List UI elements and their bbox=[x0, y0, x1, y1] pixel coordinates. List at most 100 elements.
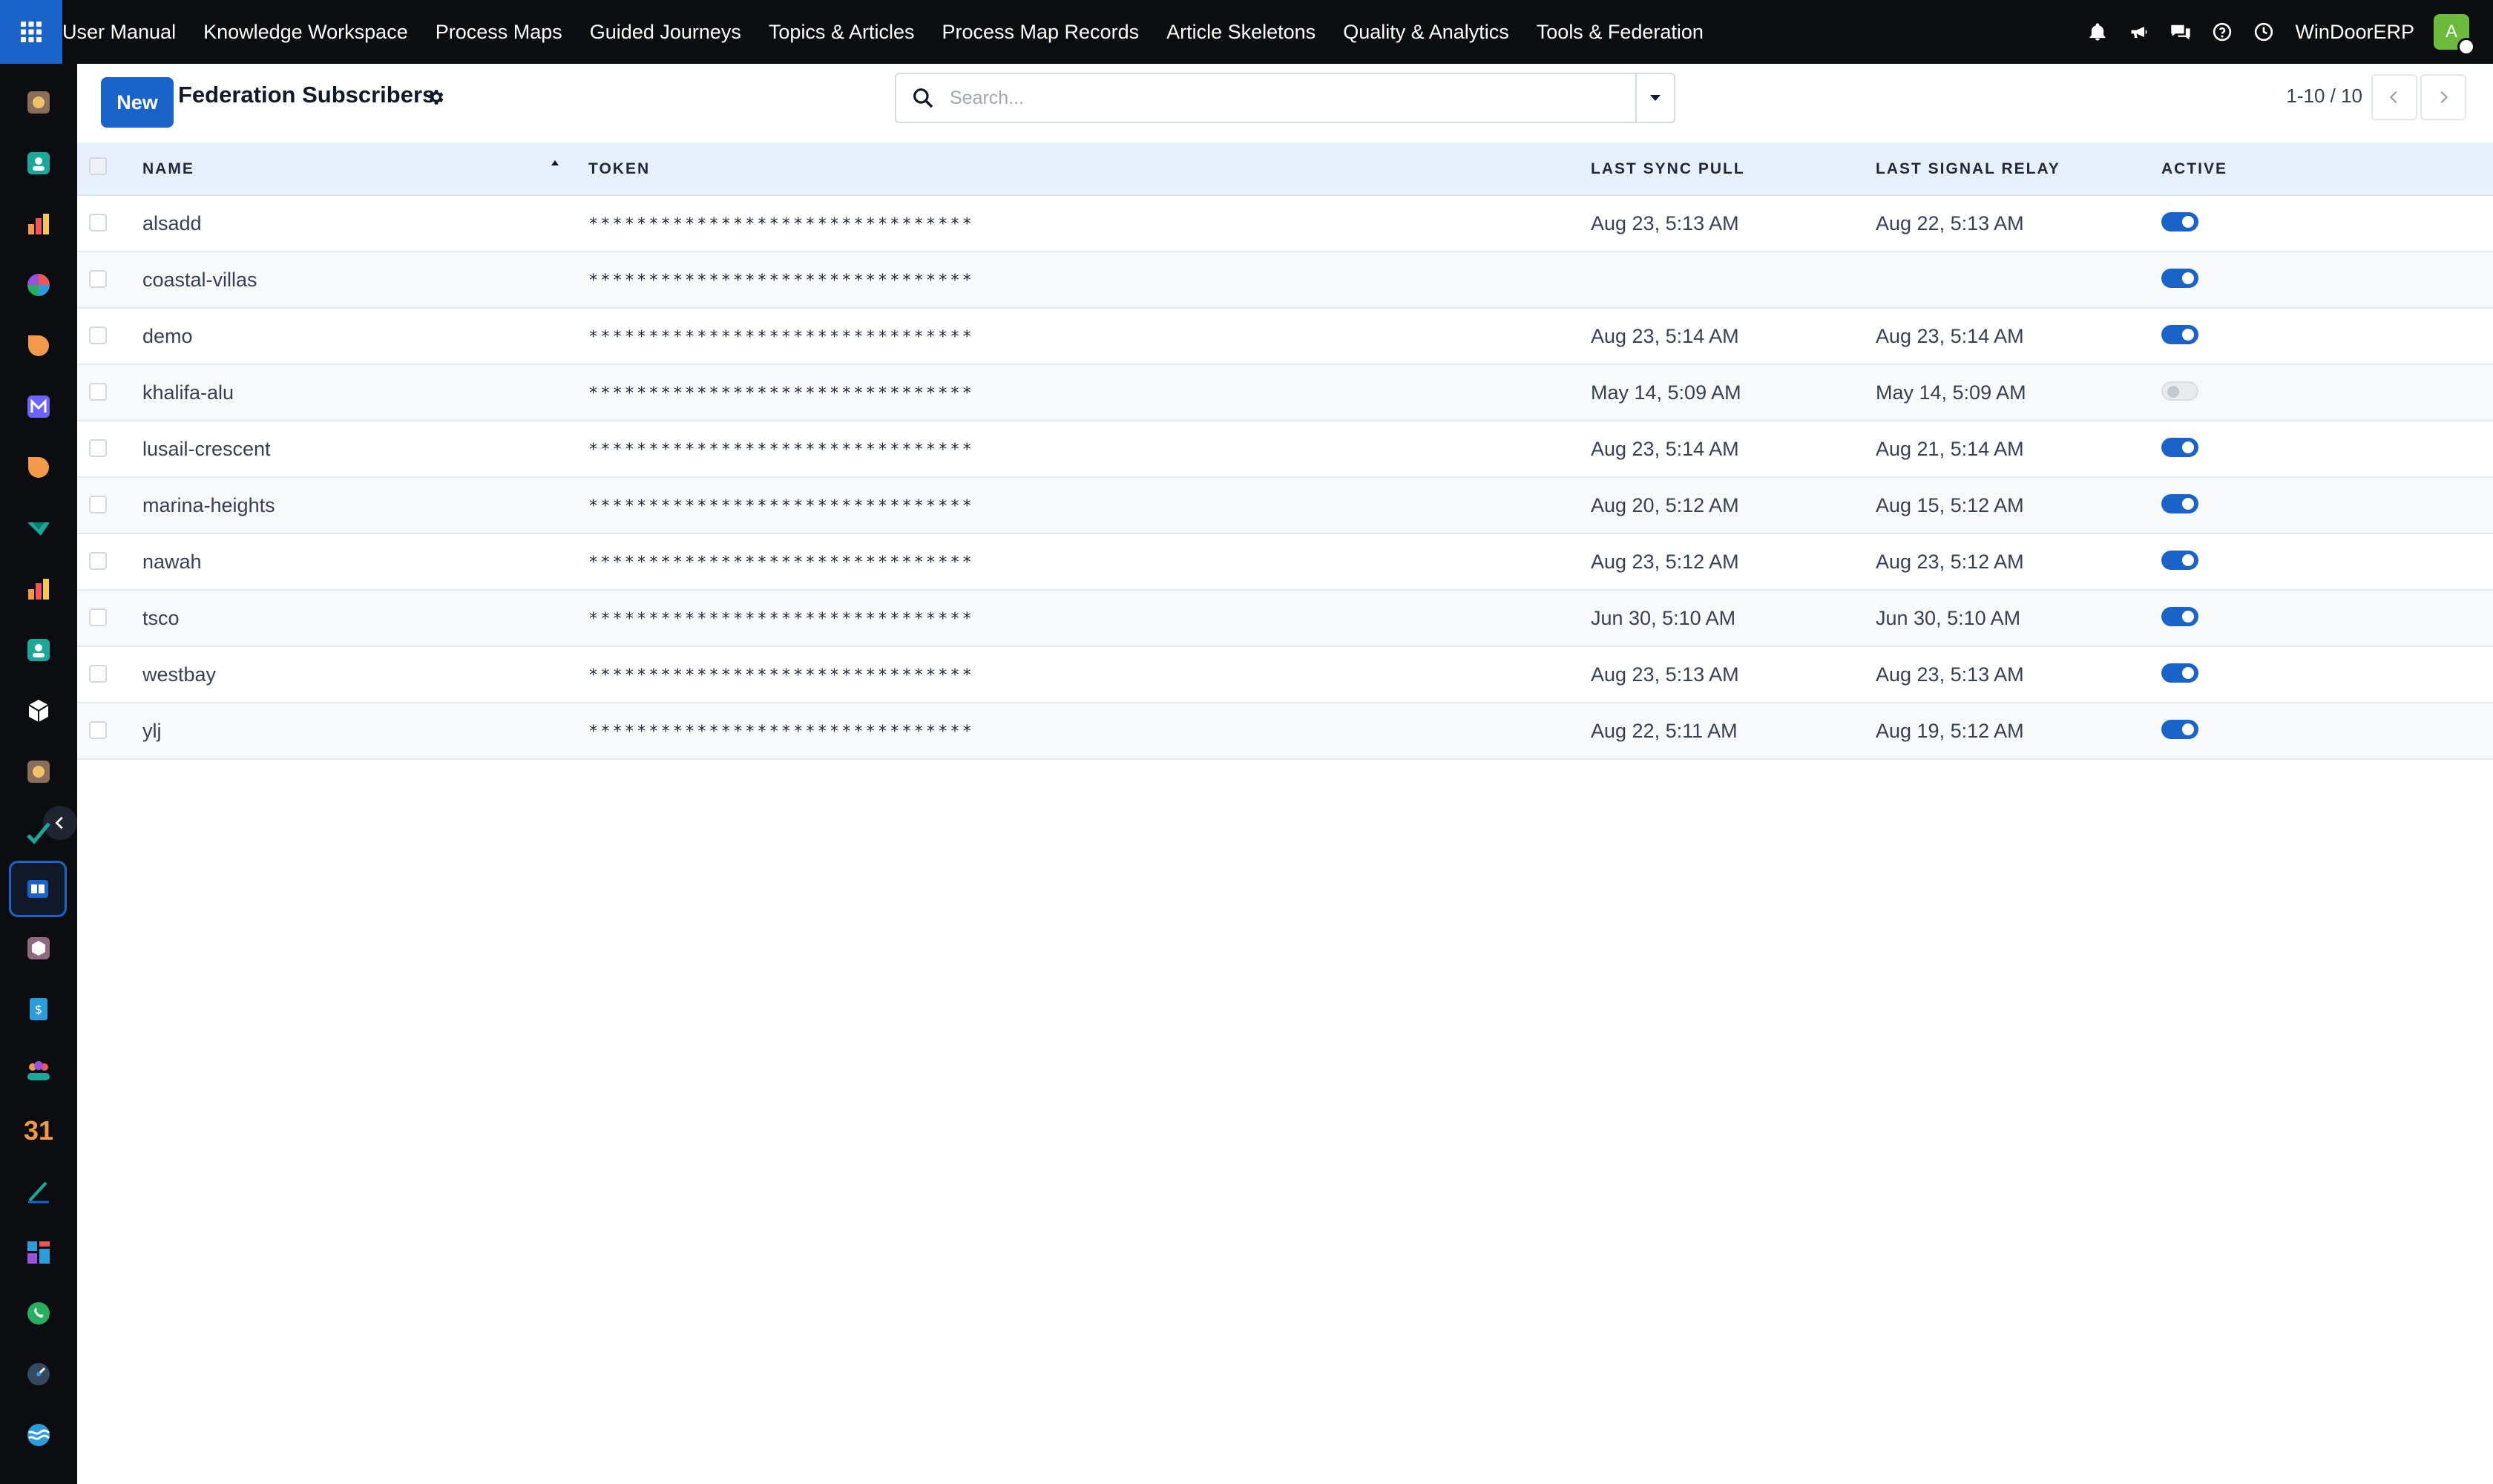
activity-icon[interactable] bbox=[2243, 0, 2285, 64]
column-header-last-signal-relay[interactable]: LAST SIGNAL RELAY bbox=[1876, 160, 2060, 178]
cube-icon bbox=[28, 700, 49, 722]
column-header-name[interactable]: NAME bbox=[142, 160, 194, 178]
table-row[interactable]: marina-heights **************************… bbox=[77, 478, 2493, 534]
row-checkbox[interactable] bbox=[89, 721, 107, 739]
cell-token: ******************************** bbox=[588, 666, 974, 685]
sidebar-app-13[interactable] bbox=[19, 813, 58, 852]
table-row[interactable]: alsadd ******************************** Au… bbox=[77, 196, 2493, 252]
row-checkbox[interactable] bbox=[89, 439, 107, 457]
active-toggle[interactable] bbox=[2161, 607, 2198, 626]
active-toggle[interactable] bbox=[2161, 720, 2198, 739]
sidebar-app-1[interactable] bbox=[19, 83, 58, 122]
sidebar-app-17[interactable] bbox=[19, 1051, 58, 1089]
sidebar-app-11[interactable] bbox=[19, 692, 58, 730]
chevron-right-icon bbox=[2440, 91, 2448, 104]
row-checkbox[interactable] bbox=[89, 608, 107, 626]
menu-item-topics-articles[interactable]: Topics & Articles bbox=[769, 21, 915, 44]
user-avatar[interactable]: A bbox=[2434, 14, 2475, 56]
cell-name: tsco bbox=[142, 607, 180, 629]
menu-item-guided-journeys[interactable]: Guided Journeys bbox=[590, 21, 741, 44]
delivery-icon bbox=[27, 522, 50, 536]
menu-item-process-maps[interactable]: Process Maps bbox=[436, 21, 562, 44]
help-icon[interactable] bbox=[2201, 0, 2243, 64]
table-row[interactable]: khalifa-alu *****************************… bbox=[77, 365, 2493, 421]
active-toggle[interactable] bbox=[2161, 551, 2198, 570]
sidebar-app-7[interactable] bbox=[19, 448, 58, 487]
table-row[interactable]: tsco ******************************** Jun … bbox=[77, 591, 2493, 647]
cell-token: ******************************** bbox=[588, 272, 974, 290]
active-toggle[interactable] bbox=[2161, 438, 2198, 457]
sidebar-app-20[interactable] bbox=[19, 1233, 58, 1272]
pager-next-button[interactable] bbox=[2420, 74, 2466, 120]
row-checkbox[interactable] bbox=[89, 665, 107, 683]
sidebar-app-knowledge[interactable] bbox=[9, 861, 67, 917]
cell-name: lusail-crescent bbox=[142, 438, 271, 460]
row-checkbox[interactable] bbox=[89, 270, 107, 288]
toggle-knob bbox=[2182, 611, 2194, 623]
apps-grid-button[interactable] bbox=[0, 0, 62, 64]
new-button[interactable]: New bbox=[101, 77, 174, 128]
sidebar-app-23[interactable] bbox=[19, 1416, 58, 1454]
sidebar-app-10[interactable] bbox=[19, 631, 58, 669]
sidebar-app-calendar[interactable]: 31 bbox=[19, 1112, 58, 1150]
sidebar-app-12[interactable] bbox=[19, 752, 58, 791]
sidebar-app-22[interactable] bbox=[19, 1355, 58, 1393]
bell-icon[interactable] bbox=[2077, 0, 2118, 64]
cell-name: nawah bbox=[142, 551, 202, 573]
sidebar-app-3[interactable] bbox=[19, 205, 58, 243]
search-options-toggle[interactable] bbox=[1635, 74, 1674, 122]
sidebar-app-9[interactable] bbox=[19, 570, 58, 608]
sort-ascending-icon[interactable] bbox=[551, 157, 559, 171]
search-input[interactable] bbox=[950, 80, 1588, 116]
company-name[interactable]: WinDoorERP bbox=[2295, 21, 2414, 44]
app-12-icon bbox=[27, 761, 50, 783]
gear-icon[interactable] bbox=[426, 88, 445, 111]
chat-icon[interactable] bbox=[2160, 0, 2201, 64]
table-row[interactable]: lusail-crescent *************************… bbox=[77, 421, 2493, 478]
column-header-active[interactable]: ACTIVE bbox=[2161, 160, 2227, 178]
row-checkbox[interactable] bbox=[89, 214, 107, 232]
menu-item-user-manual[interactable]: User Manual bbox=[62, 21, 176, 44]
select-all-checkbox[interactable] bbox=[89, 157, 107, 175]
sidebar-app-16[interactable]: $ bbox=[19, 990, 58, 1028]
megaphone-icon[interactable] bbox=[2118, 0, 2160, 64]
table-row[interactable]: westbay ******************************** A… bbox=[77, 647, 2493, 703]
sidebar-app-19[interactable] bbox=[19, 1172, 58, 1211]
sidebar-app-5[interactable] bbox=[19, 326, 58, 365]
row-checkbox[interactable] bbox=[89, 326, 107, 344]
column-header-token[interactable]: TOKEN bbox=[588, 160, 650, 178]
sidebar-app-whatsapp[interactable] bbox=[19, 1294, 58, 1333]
table-row[interactable]: ylj ******************************** Aug 2… bbox=[77, 703, 2493, 760]
pager-previous-button[interactable] bbox=[2371, 74, 2417, 120]
sidebar-app-8[interactable] bbox=[19, 509, 58, 548]
chevron-left-icon bbox=[2389, 91, 2397, 104]
table-row[interactable]: demo ******************************** Aug … bbox=[77, 309, 2493, 365]
sidebar-app-6[interactable] bbox=[19, 387, 58, 426]
active-toggle[interactable] bbox=[2161, 381, 2198, 401]
menu-item-knowledge-workspace[interactable]: Knowledge Workspace bbox=[203, 21, 408, 44]
cell-name: khalifa-alu bbox=[142, 381, 234, 404]
table-row[interactable]: nawah ******************************** Aug… bbox=[77, 534, 2493, 591]
row-checkbox[interactable] bbox=[89, 383, 107, 401]
active-toggle[interactable] bbox=[2161, 269, 2198, 288]
row-checkbox[interactable] bbox=[89, 552, 107, 570]
caret-down-icon bbox=[1650, 95, 1661, 101]
table-row[interactable]: coastal-villas **************************… bbox=[77, 252, 2493, 309]
menu-item-process-map-records[interactable]: Process Map Records bbox=[942, 21, 1139, 44]
sidebar-app-2[interactable] bbox=[19, 144, 58, 183]
menu-item-article-skeletons[interactable]: Article Skeletons bbox=[1166, 21, 1316, 44]
cell-token: ******************************** bbox=[588, 384, 974, 403]
sidebar-app-4[interactable] bbox=[19, 266, 58, 304]
pager-value[interactable]: 1-10 / 10 bbox=[2286, 85, 2362, 108]
row-checkbox[interactable] bbox=[89, 496, 107, 513]
page-title[interactable]: Federation Subscribers bbox=[178, 82, 435, 108]
menu-item-tools-federation[interactable]: Tools & Federation bbox=[1537, 21, 1704, 44]
active-toggle[interactable] bbox=[2161, 663, 2198, 683]
active-toggle[interactable] bbox=[2161, 212, 2198, 232]
column-header-last-sync-pull[interactable]: LAST SYNC PULL bbox=[1591, 160, 1745, 178]
table-body: alsadd ******************************** Au… bbox=[77, 196, 2493, 760]
sidebar-app-15[interactable] bbox=[19, 929, 58, 968]
active-toggle[interactable] bbox=[2161, 325, 2198, 344]
active-toggle[interactable] bbox=[2161, 494, 2198, 513]
menu-item-quality-analytics[interactable]: Quality & Analytics bbox=[1343, 21, 1509, 44]
